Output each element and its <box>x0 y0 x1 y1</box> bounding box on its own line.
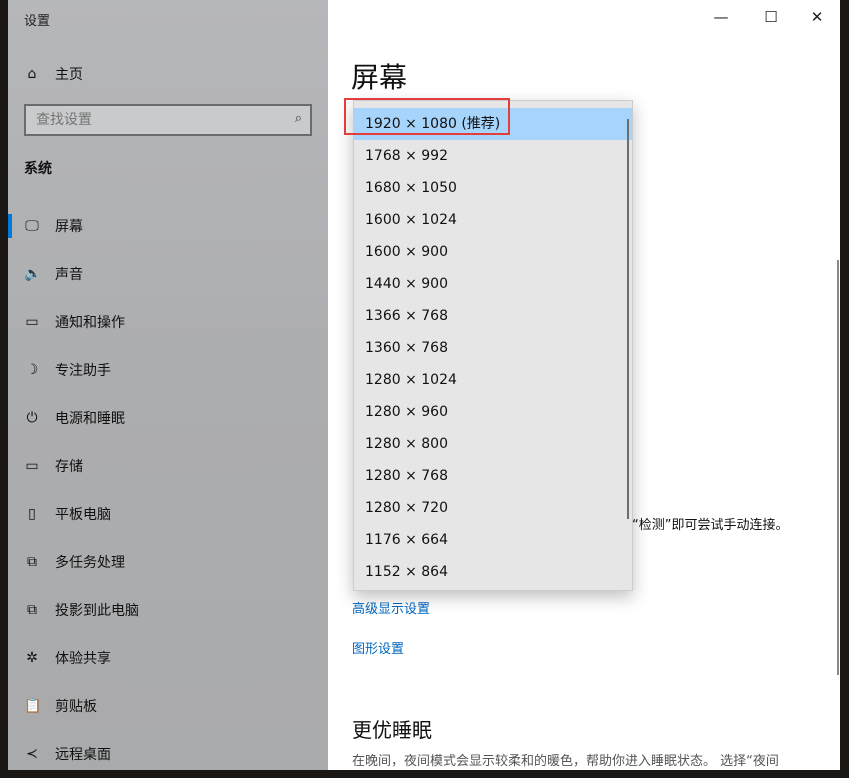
sidebar-item-label: 体验共享 <box>55 648 111 668</box>
sidebar-nav: 🖵 屏幕 🔈 声音 ▭ 通知和操作 ☽ 专注助手 ⏻ 电源和睡眠 ▭ 存储 ▯ 平板电脑 ⧉ 多任务处理 ⧉ 投影… <box>8 202 328 778</box>
resolution-dropdown-list[interactable]: 1920 × 1080 (推荐)1768 × 9921680 × 1050160… <box>353 100 633 591</box>
notification-icon: ▭ <box>24 314 40 330</box>
resolution-option[interactable]: 1280 × 800 <box>354 428 632 460</box>
graphics-settings-link[interactable]: 图形设置 <box>352 638 404 657</box>
sidebar-item-label: 剪贴板 <box>55 696 97 716</box>
advanced-display-link[interactable]: 高级显示设置 <box>352 598 430 617</box>
sidebar-item-label: 通知和操作 <box>55 312 125 332</box>
home-icon: ⌂ <box>24 66 40 82</box>
sidebar-item-project[interactable]: ⧉ 投影到此电脑 <box>8 586 328 634</box>
search-icon[interactable]: ⌕ <box>295 111 302 126</box>
resolution-option[interactable]: 1600 × 1024 <box>354 204 632 236</box>
resolution-option[interactable]: 1768 × 992 <box>354 140 632 172</box>
detect-text: “检测”即可尝试手动连接。 <box>632 514 788 533</box>
clipboard-icon: 📋 <box>24 698 40 714</box>
resolution-option[interactable]: 1680 × 1050 <box>354 172 632 204</box>
section-heading: 系统 <box>24 158 52 178</box>
sidebar-item-monitor[interactable]: 🖵 屏幕 <box>8 202 328 250</box>
sidebar-item-notification[interactable]: ▭ 通知和操作 <box>8 298 328 346</box>
resolution-option[interactable]: 1280 × 960 <box>354 396 632 428</box>
moon-icon: ☽ <box>24 362 40 378</box>
sidebar-item-label: 声音 <box>55 264 83 284</box>
scrollbar[interactable] <box>837 260 839 675</box>
sidebar-item-share[interactable]: ✲ 体验共享 <box>8 634 328 682</box>
resolution-option[interactable]: 1366 × 768 <box>354 300 632 332</box>
sidebar-item-moon[interactable]: ☽ 专注助手 <box>8 346 328 394</box>
resolution-option[interactable]: 1280 × 720 <box>354 492 632 524</box>
resolution-option[interactable]: 1176 × 664 <box>354 524 632 556</box>
settings-window: 设置 ⌂ 主页 ⌕ 系统 🖵 屏幕 🔈 声音 ▭ 通知和操作 ☽ 专注助手 ⏻ 电源和睡眠 ▭ 存储 ▯ 平… <box>8 0 840 770</box>
speaker-icon: 🔈 <box>24 266 40 282</box>
resolution-option[interactable]: 1360 × 768 <box>354 332 632 364</box>
resolution-option[interactable]: 1440 × 900 <box>354 268 632 300</box>
tablet-icon: ▯ <box>24 506 40 522</box>
sidebar-item-speaker[interactable]: 🔈 声音 <box>8 250 328 298</box>
resolution-option[interactable]: 1600 × 900 <box>354 236 632 268</box>
sidebar-item-label: 多任务处理 <box>55 552 125 572</box>
sidebar-item-label: 平板电脑 <box>55 504 111 524</box>
power-icon: ⏻ <box>24 410 40 426</box>
project-icon: ⧉ <box>24 602 40 618</box>
highlight-box <box>344 98 510 135</box>
maximize-button[interactable]: ☐ <box>748 0 794 34</box>
sidebar-item-remote[interactable]: ≺ 远程桌面 <box>8 730 328 778</box>
search-box[interactable]: ⌕ <box>24 104 312 136</box>
sidebar-item-tablet[interactable]: ▯ 平板电脑 <box>8 490 328 538</box>
home-label: 主页 <box>55 64 83 84</box>
storage-icon: ▭ <box>24 458 40 474</box>
sidebar-item-label: 投影到此电脑 <box>55 600 139 620</box>
search-input[interactable] <box>26 106 286 134</box>
sidebar-item-home[interactable]: ⌂ 主页 <box>24 64 83 84</box>
sidebar-item-multitask[interactable]: ⧉ 多任务处理 <box>8 538 328 586</box>
window-title: 设置 <box>24 10 50 29</box>
monitor-icon: 🖵 <box>24 218 40 234</box>
sidebar-item-label: 远程桌面 <box>55 744 111 764</box>
dropdown-scrollbar[interactable] <box>627 119 629 519</box>
resolution-option[interactable]: 1280 × 1024 <box>354 364 632 396</box>
sidebar-item-label: 屏幕 <box>55 216 83 236</box>
minimize-button[interactable]: — <box>698 0 744 34</box>
share-icon: ✲ <box>24 650 40 666</box>
sidebar-item-label: 电源和睡眠 <box>55 408 125 428</box>
sleep-description: 在晚间，夜间模式会显示较柔和的暖色，帮助你进入睡眠状态。 选择“夜间 <box>352 750 779 769</box>
remote-icon: ≺ <box>24 746 40 762</box>
resolution-option[interactable]: 1152 × 864 <box>354 556 632 588</box>
multitask-icon: ⧉ <box>24 554 40 570</box>
sidebar-item-power[interactable]: ⏻ 电源和睡眠 <box>8 394 328 442</box>
resolution-option[interactable]: 1280 × 768 <box>354 460 632 492</box>
sleep-heading: 更优睡眠 <box>352 714 432 743</box>
sidebar: 设置 ⌂ 主页 ⌕ 系统 🖵 屏幕 🔈 声音 ▭ 通知和操作 ☽ 专注助手 ⏻ 电源和睡眠 ▭ 存储 ▯ 平… <box>8 0 328 770</box>
close-button[interactable]: ✕ <box>794 0 840 34</box>
sidebar-item-label: 专注助手 <box>55 360 111 380</box>
sidebar-item-label: 存储 <box>55 456 83 476</box>
page-title: 屏幕 <box>351 56 407 96</box>
sidebar-item-storage[interactable]: ▭ 存储 <box>8 442 328 490</box>
sidebar-item-clipboard[interactable]: 📋 剪贴板 <box>8 682 328 730</box>
